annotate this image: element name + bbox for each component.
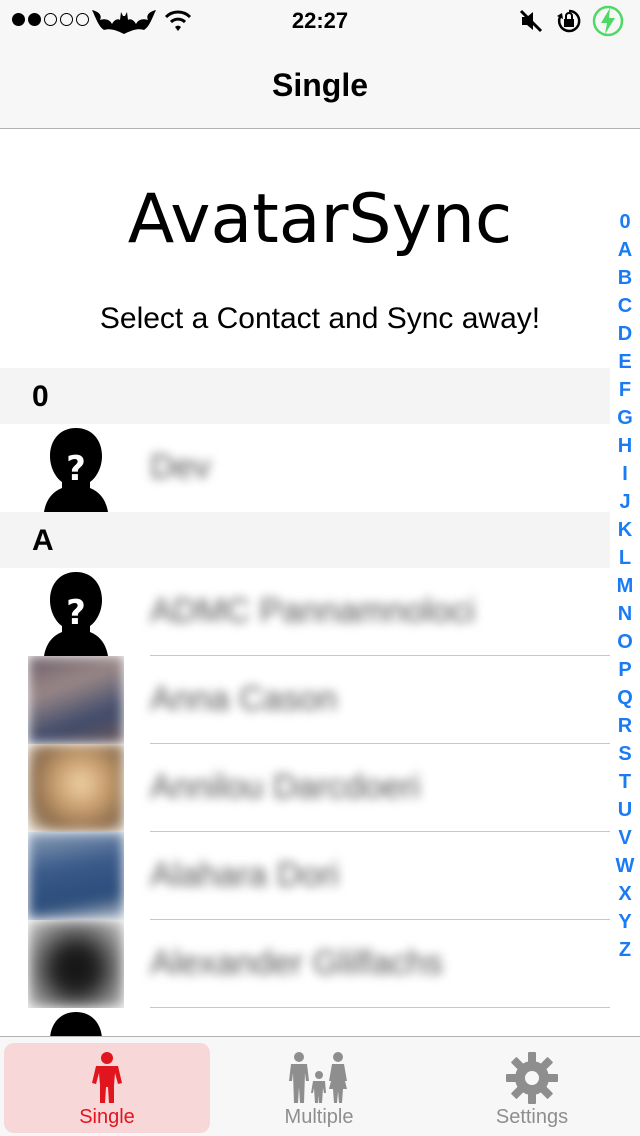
contact-name: Alahara Dori [150, 856, 339, 894]
contact-name: ADMC Pannamnoloci [150, 592, 476, 630]
contact-row[interactable]: Anna Cason [0, 656, 610, 744]
index-letter[interactable]: 0 [610, 208, 640, 236]
contact-name: Dev [150, 448, 211, 486]
section-letter: 0 [32, 380, 49, 413]
index-letter[interactable]: X [610, 880, 640, 908]
app-title: AvatarSync [127, 180, 513, 259]
contact-row[interactable]: ? ADMC Pannamnoloci [0, 568, 610, 656]
subtitle: Select a Contact and Sync away! [99, 302, 541, 335]
contact-photo [28, 744, 124, 832]
contact-photo [28, 920, 124, 1008]
section-index[interactable]: 0ABCDEFGHIJKLMNOPQRSTUVWXYZ [610, 208, 640, 964]
index-letter[interactable]: R [610, 712, 640, 740]
gear-icon [506, 1052, 558, 1104]
tab-label: Multiple [284, 1106, 354, 1128]
nav-title: Single [271, 67, 368, 103]
contact-name: Annilou Darcdoeri [150, 768, 421, 806]
index-letter[interactable]: K [610, 516, 640, 544]
tab-label: Single [79, 1106, 135, 1128]
index-letter[interactable]: P [610, 656, 640, 684]
index-letter[interactable]: Q [610, 684, 640, 712]
index-letter[interactable]: A [610, 236, 640, 264]
mute-icon [519, 9, 543, 33]
index-letter[interactable]: Y [610, 908, 640, 936]
index-letter[interactable]: S [610, 740, 640, 768]
tab-multiple[interactable]: Multiple [216, 1043, 422, 1133]
index-letter[interactable]: B [610, 264, 640, 292]
index-letter[interactable]: U [610, 796, 640, 824]
tab-settings[interactable]: Settings [428, 1043, 636, 1133]
index-letter[interactable]: L [610, 544, 640, 572]
index-letter[interactable]: M [610, 572, 640, 600]
contact-list[interactable]: AvatarSync Select a Contact and Sync awa… [0, 130, 640, 1036]
contact-photo [28, 656, 124, 744]
contact-row[interactable] [0, 1008, 610, 1036]
contact-name: Anna Cason [150, 680, 338, 718]
section-header-a: A [0, 512, 610, 568]
contact-photo [28, 832, 124, 920]
contact-row[interactable]: ? Dev [0, 424, 610, 512]
section-letter: A [32, 524, 54, 557]
status-time: 22:27 [291, 8, 349, 33]
tab-bar: Single Multiple Settings [0, 1036, 640, 1136]
contact-row[interactable]: Alahara Dori [0, 832, 610, 920]
svg-text:?: ? [66, 449, 86, 489]
placeholder-silhouette-icon [28, 1008, 124, 1036]
family-icon [289, 1052, 347, 1103]
navigation-bar: Single [0, 40, 640, 129]
index-letter[interactable]: D [610, 320, 640, 348]
tab-label: Settings [495, 1106, 569, 1128]
contact-row[interactable]: Alexander Glilfachs [0, 920, 610, 1008]
index-letter[interactable]: J [610, 488, 640, 516]
index-letter[interactable]: Z [610, 936, 640, 964]
index-letter[interactable]: V [610, 824, 640, 852]
index-letter[interactable]: T [610, 768, 640, 796]
index-letter[interactable]: G [610, 404, 640, 432]
index-letter[interactable]: C [610, 292, 640, 320]
index-letter[interactable]: F [610, 376, 640, 404]
index-letter[interactable]: N [610, 600, 640, 628]
battery-charging-icon [592, 5, 624, 37]
status-bar: 22:27 [0, 0, 640, 40]
placeholder-silhouette-icon: ? [28, 424, 124, 512]
index-letter[interactable]: E [610, 348, 640, 376]
index-letter[interactable]: I [610, 460, 640, 488]
contact-row[interactable]: Annilou Darcdoeri [0, 744, 610, 832]
person-icon [92, 1052, 122, 1103]
tab-single[interactable]: Single [4, 1043, 210, 1133]
placeholder-silhouette-icon: ? [28, 568, 124, 656]
orientation-lock-icon [557, 9, 581, 33]
svg-text:?: ? [66, 593, 86, 633]
contact-name: Alexander Glilfachs [150, 944, 443, 982]
index-letter[interactable]: H [610, 432, 640, 460]
index-letter[interactable]: W [610, 852, 640, 880]
section-header-0: 0 [0, 368, 610, 424]
index-letter[interactable]: O [610, 628, 640, 656]
